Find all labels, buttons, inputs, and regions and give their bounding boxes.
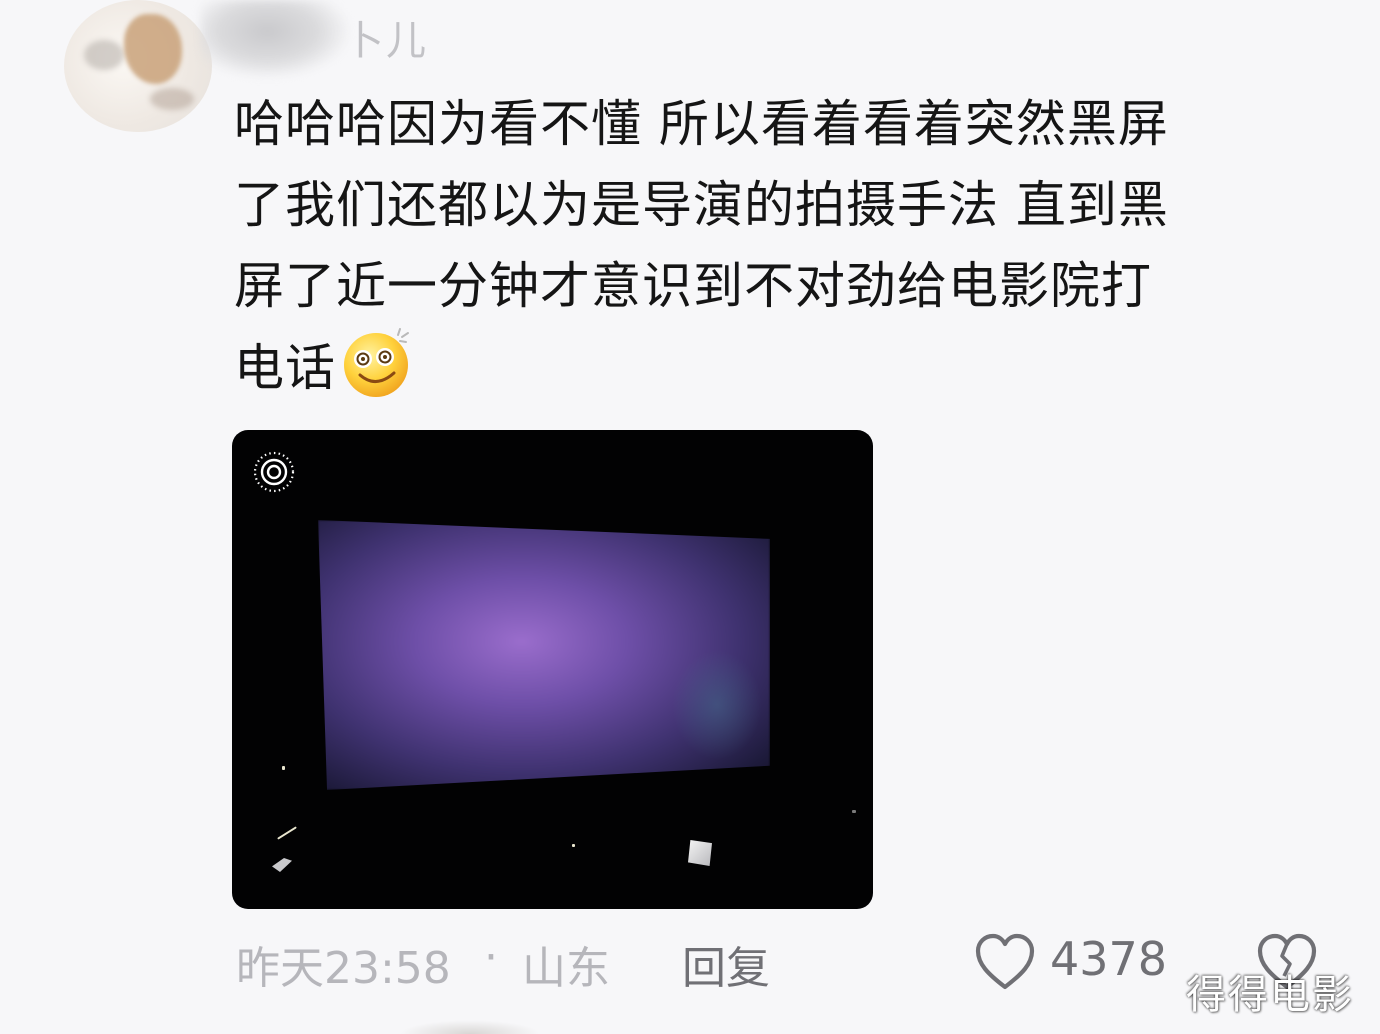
light-speck: [272, 858, 292, 872]
attached-photo[interactable]: [232, 430, 873, 909]
heart-outline-icon: [975, 933, 1035, 990]
comment-text-line: 哈哈哈因为看不懂 所以看着看着突然黑屏: [234, 95, 1169, 153]
light-speck: [852, 810, 856, 813]
timestamp: 昨天23:58: [236, 943, 451, 994]
dizzy-smile-emoji-icon: [340, 327, 412, 399]
light-speck: [572, 844, 575, 847]
live-photo-icon[interactable]: [250, 448, 298, 496]
user-avatar[interactable]: [64, 0, 212, 132]
like-count: 4378: [1050, 932, 1168, 986]
seat-reflection: [688, 840, 712, 866]
reply-button[interactable]: 回复: [682, 932, 770, 996]
screen-glow: [672, 650, 762, 760]
comment-text-line: 了我们还都以为是导演的拍摄手法 直到黑: [234, 176, 1169, 234]
blurred-name-region: [200, 0, 350, 78]
comment-text-line-last: 电话: [234, 327, 1314, 409]
comment-text-line: 电话: [234, 339, 336, 397]
light-speck: [277, 826, 297, 840]
light-speck: [282, 766, 285, 770]
comment-card: 卜儿 哈哈哈因为看不懂 所以看着看着突然黑屏 了我们还都以为是导演的拍摄手法 直…: [0, 0, 1380, 1034]
username[interactable]: 卜儿: [344, 8, 428, 66]
meta-separator: ·: [484, 932, 498, 983]
location: 山东: [522, 943, 610, 994]
comment-text-line: 屏了近一分钟才意识到不对劲给电影院打: [234, 257, 1152, 315]
comment-text: 哈哈哈因为看不懂 所以看着看着突然黑屏 了我们还都以为是导演的拍摄手法 直到黑 …: [234, 84, 1314, 409]
watermark: 得得电影: [1186, 972, 1354, 1018]
next-comment-hint: [400, 1020, 540, 1034]
